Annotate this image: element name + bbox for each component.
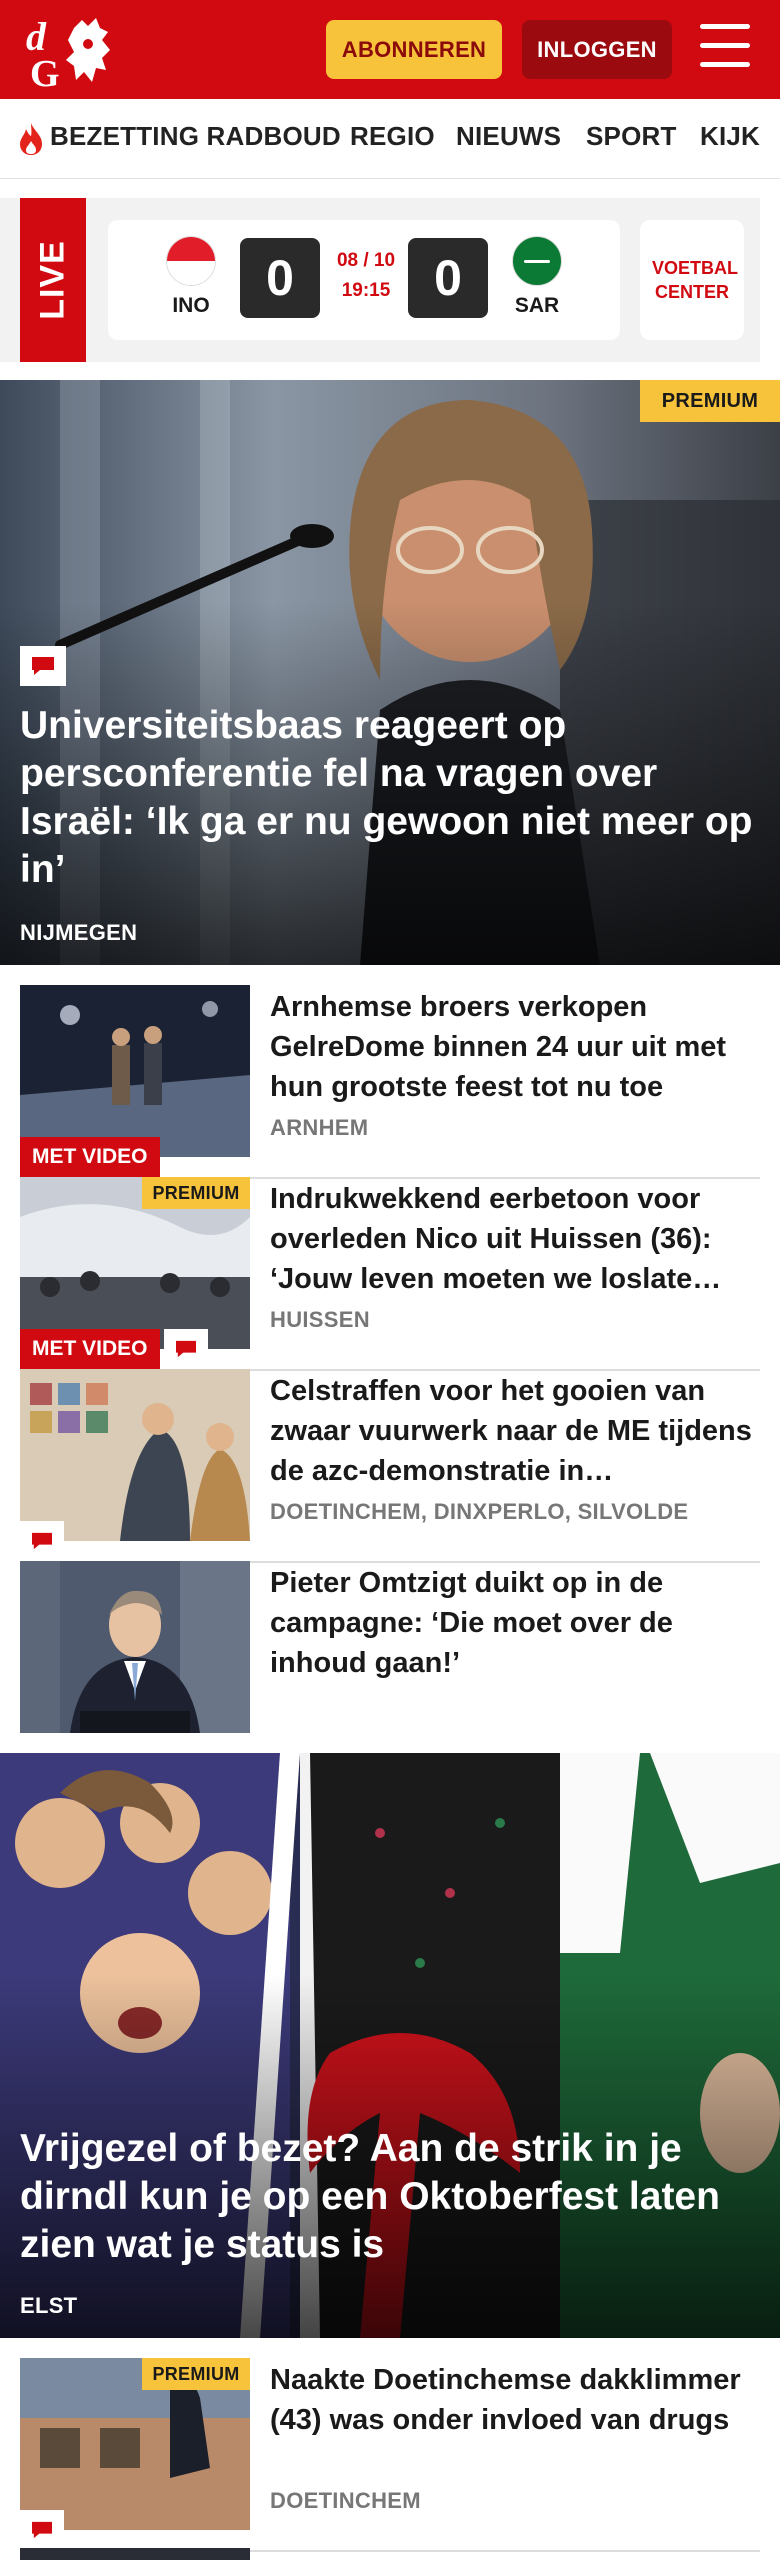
article-thumbnail [20,985,250,1157]
article-location: DOETINCHEM [270,2488,421,2513]
flame-icon [20,123,42,155]
away-team-code: SAR [514,294,560,317]
main-nav: BEZETTING RADBOUD REGIO NIEUWS SPORT KIJ… [0,99,780,179]
live-label: LIVE [20,198,86,362]
list-item[interactable]: PREMIUM Naakte Doetinchemse dakklimmer (… [20,2358,760,2552]
article-location: HUISSEN [270,1307,370,1332]
hero-article[interactable]: PREMIUM Universiteitsbaas reageert op pe… [0,380,780,965]
logo-icon[interactable]: d G [22,10,118,90]
article-title[interactable]: Celstraffen voor het gooien van zwaar vu… [270,1371,760,1491]
premium-badge: PREMIUM [142,2358,250,2390]
list-item[interactable]: Celstraffen voor het gooien van zwaar vu… [20,1369,760,1563]
comment-icon [20,1521,64,1561]
home-team: INO [156,236,226,318]
nav-item-regio[interactable]: REGIO [350,121,435,152]
list-item[interactable]: PREMIUM MET VIDEO Indrukwekkend eerbetoo… [20,1177,760,1371]
article-location: ARNHEM [270,1115,369,1140]
article-location: DOETINCHEM, DINXPERLO, SILVOLDE [270,1499,689,1524]
comment-icon [20,646,66,686]
premium-badge: PREMIUM [640,380,780,422]
saudi-arabia-flag-icon [512,236,562,286]
away-team: SAR [502,236,572,318]
nav-item-kijk[interactable]: KIJK [700,121,760,152]
live-score-widget: LIVE INO 0 08 / 10 19:15 0 SAR VOETBAL C… [0,198,760,362]
hero-title[interactable]: Universiteitsbaas reageert op persconfer… [20,702,760,894]
next-article-thumbnail [20,2548,250,2560]
premium-badge: PREMIUM [142,1177,250,1209]
article-title[interactable]: Arnhemse broers verkopen GelreDome binne… [270,987,760,1107]
article-thumbnail [20,1561,250,1733]
login-button[interactable]: INLOGGEN [522,20,672,79]
home-team-code: INO [172,294,210,317]
svg-text:G: G [30,53,60,90]
menu-icon[interactable] [700,24,752,72]
subscribe-button[interactable]: ABONNEREN [326,20,502,79]
away-score: 0 [408,238,488,318]
video-badge: MET VIDEO [20,1137,160,1177]
hero-location: NIJMEGEN [20,920,138,945]
video-badge: MET VIDEO [20,1329,160,1369]
top-header: d G ABONNEREN INLOGGEN [0,0,780,99]
match-time: 19:15 [341,280,391,301]
comment-icon [20,2510,64,2550]
hero-article-2[interactable]: Vrijgezel of bezet? Aan de strik in je d… [0,1753,780,2338]
home-score: 0 [240,238,320,318]
article-title[interactable]: Naakte Doetinchemse dakklimmer (43) was … [270,2360,760,2440]
article-thumbnail [20,1369,250,1541]
list-item[interactable]: Pieter Omtzigt duikt op in de campagne: … [20,1561,760,1755]
list-item[interactable]: MET VIDEO Arnhemse broers verkopen Gelre… [20,985,760,1179]
article-title[interactable]: Indrukwekkend eerbetoon voor overleden N… [270,1179,760,1299]
hero-location: ELST [20,2293,78,2318]
nav-item-sport[interactable]: SPORT [586,121,677,152]
article-title[interactable]: Pieter Omtzigt duikt op in de campagne: … [270,1563,760,1683]
match-card[interactable]: INO 0 08 / 10 19:15 0 SAR [108,220,620,340]
match-date: 08 / 10 [336,250,396,271]
comment-icon [164,1329,208,1369]
match-datetime: 08 / 10 19:15 [334,246,398,306]
voetbal-center-button[interactable]: VOETBAL CENTER [640,220,744,340]
nav-item-nieuws[interactable]: NIEUWS [456,121,561,152]
indonesia-flag-icon [166,236,216,286]
nav-item-bezetting-radboud[interactable]: BEZETTING RADBOUD [50,121,341,152]
hero-title[interactable]: Vrijgezel of bezet? Aan de strik in je d… [20,2125,760,2269]
